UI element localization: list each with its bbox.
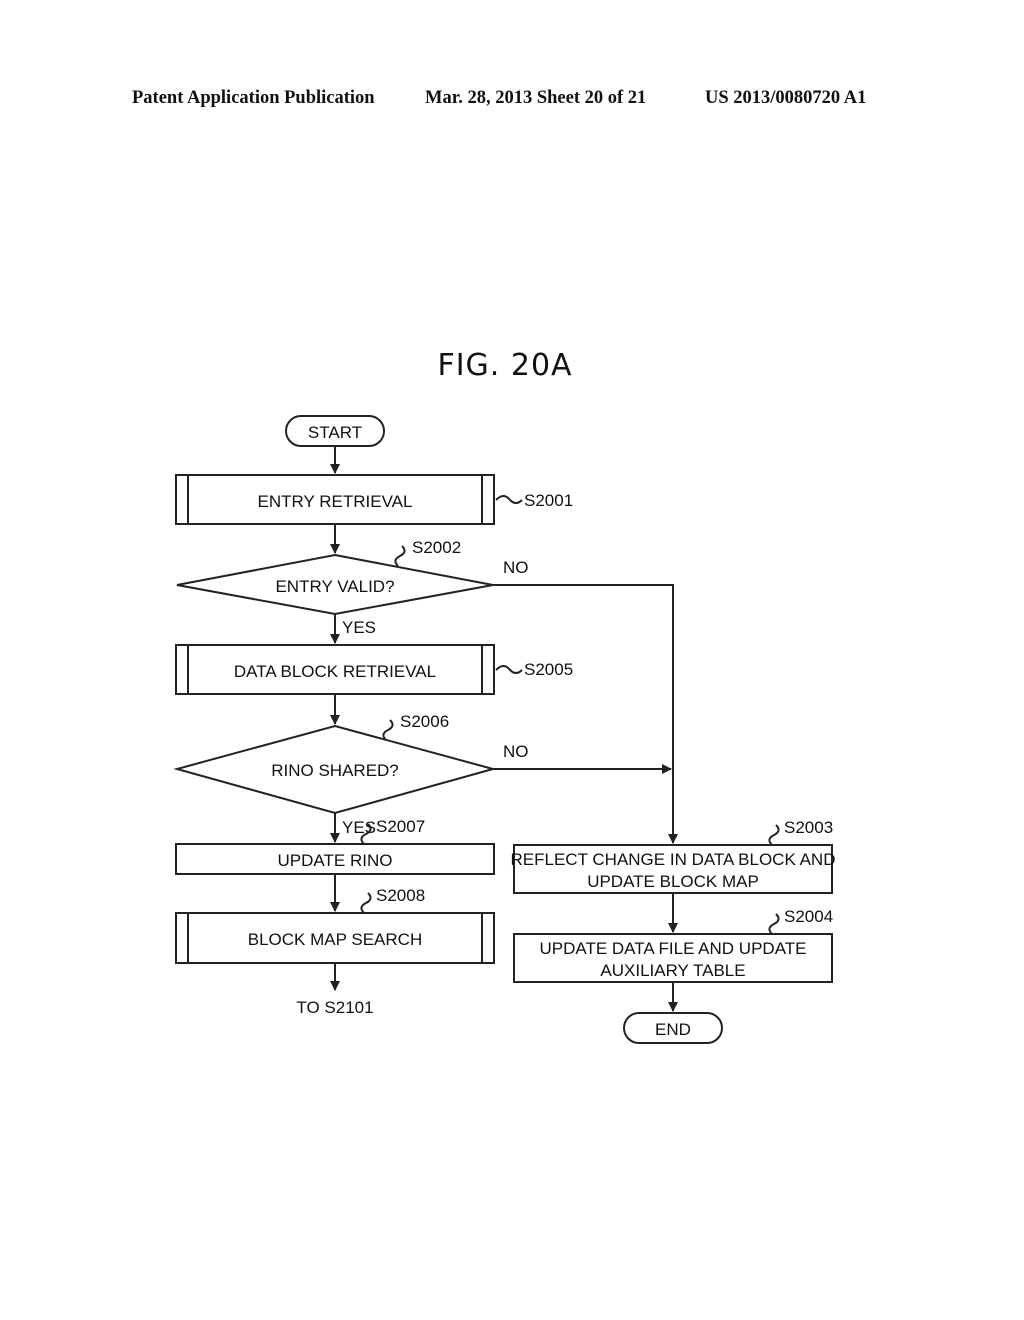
s2005-label: DATA BLOCK RETRIEVAL [234,662,436,681]
end-label: END [655,1020,691,1039]
s2002-id: S2002 [412,538,461,557]
s2003-label-line2: UPDATE BLOCK MAP [587,872,759,891]
s2004-label-line1: UPDATE DATA FILE AND UPDATE [539,939,806,958]
s2001-leader [495,495,523,504]
step-s2005: DATA BLOCK RETRIEVAL [175,644,495,695]
s2008-leader [360,892,372,914]
s2002-yes-label: YES [342,618,376,637]
s2002-label: ENTRY VALID? [275,577,394,596]
end-terminal: END [623,1012,723,1044]
s2003-leader [768,824,780,846]
step-s2008: BLOCK MAP SEARCH [175,912,495,964]
step-s2006: RINO SHARED? [173,724,497,815]
start-terminal: START [285,415,385,447]
s2001-id: S2001 [524,491,573,510]
flowchart: START ENTRY RETRIEVAL S2001 ENTRY VALID?… [173,415,836,1044]
s2004-id: S2004 [784,907,833,926]
s2003-id: S2003 [784,818,833,837]
s2008-label: BLOCK MAP SEARCH [248,930,422,949]
s2006-no-label: NO [503,742,529,761]
s2006-label: RINO SHARED? [271,761,399,780]
arrow-s2002-no-to-s2003 [493,584,678,844]
step-s2001: ENTRY RETRIEVAL [175,474,495,525]
connector-to-s2101: TO S2101 [296,998,373,1017]
s2003-label-line1: REFLECT CHANGE IN DATA BLOCK AND [511,850,836,869]
s2005-id: S2005 [524,660,573,679]
s2008-id: S2008 [376,886,425,905]
s2005-leader [495,665,523,674]
s2007-id: S2007 [376,817,425,836]
s2004-label-line2: AUXILIARY TABLE [600,961,745,980]
s2006-id: S2006 [400,712,449,731]
s2007-label: UPDATE RINO [278,851,393,870]
s2001-label: ENTRY RETRIEVAL [258,492,413,511]
s2002-no-label: NO [503,558,529,577]
step-s2002: ENTRY VALID? [176,553,494,616]
s2004-leader [768,913,780,935]
step-s2007: UPDATE RINO [175,843,495,875]
s2006-leader [382,719,394,741]
start-label: START [308,423,362,442]
s2002-leader [394,545,406,567]
